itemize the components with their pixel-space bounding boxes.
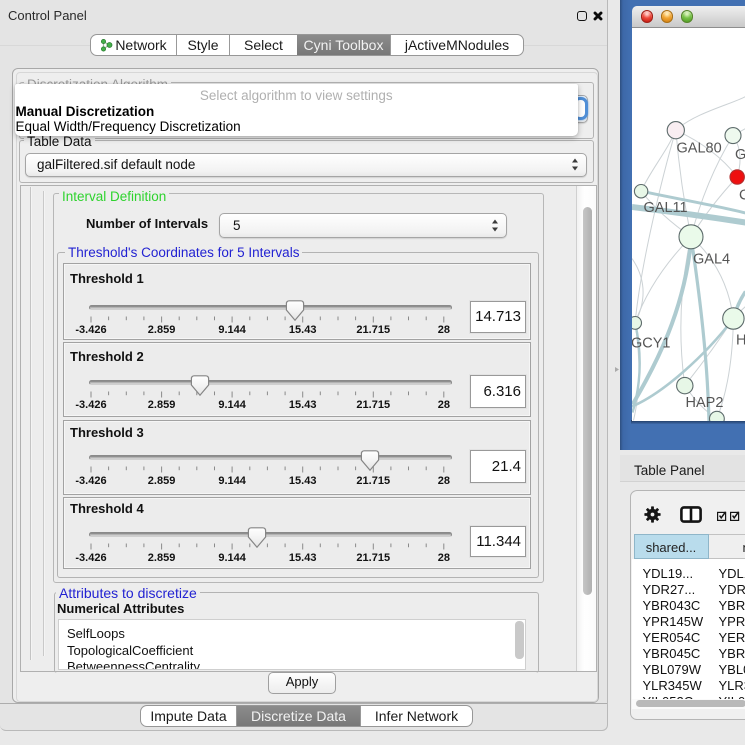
svg-text:GAL4: GAL4 — [693, 251, 730, 267]
svg-text:GCY1: GCY1 — [632, 335, 671, 351]
svg-text:C: C — [739, 187, 745, 203]
svg-text:HAP2: HAP2 — [685, 395, 723, 411]
svg-text:GA: GA — [735, 147, 745, 163]
svg-text:GAL80: GAL80 — [676, 140, 721, 156]
svg-text:H: H — [736, 332, 745, 348]
svg-text:GAL11: GAL11 — [643, 200, 687, 216]
